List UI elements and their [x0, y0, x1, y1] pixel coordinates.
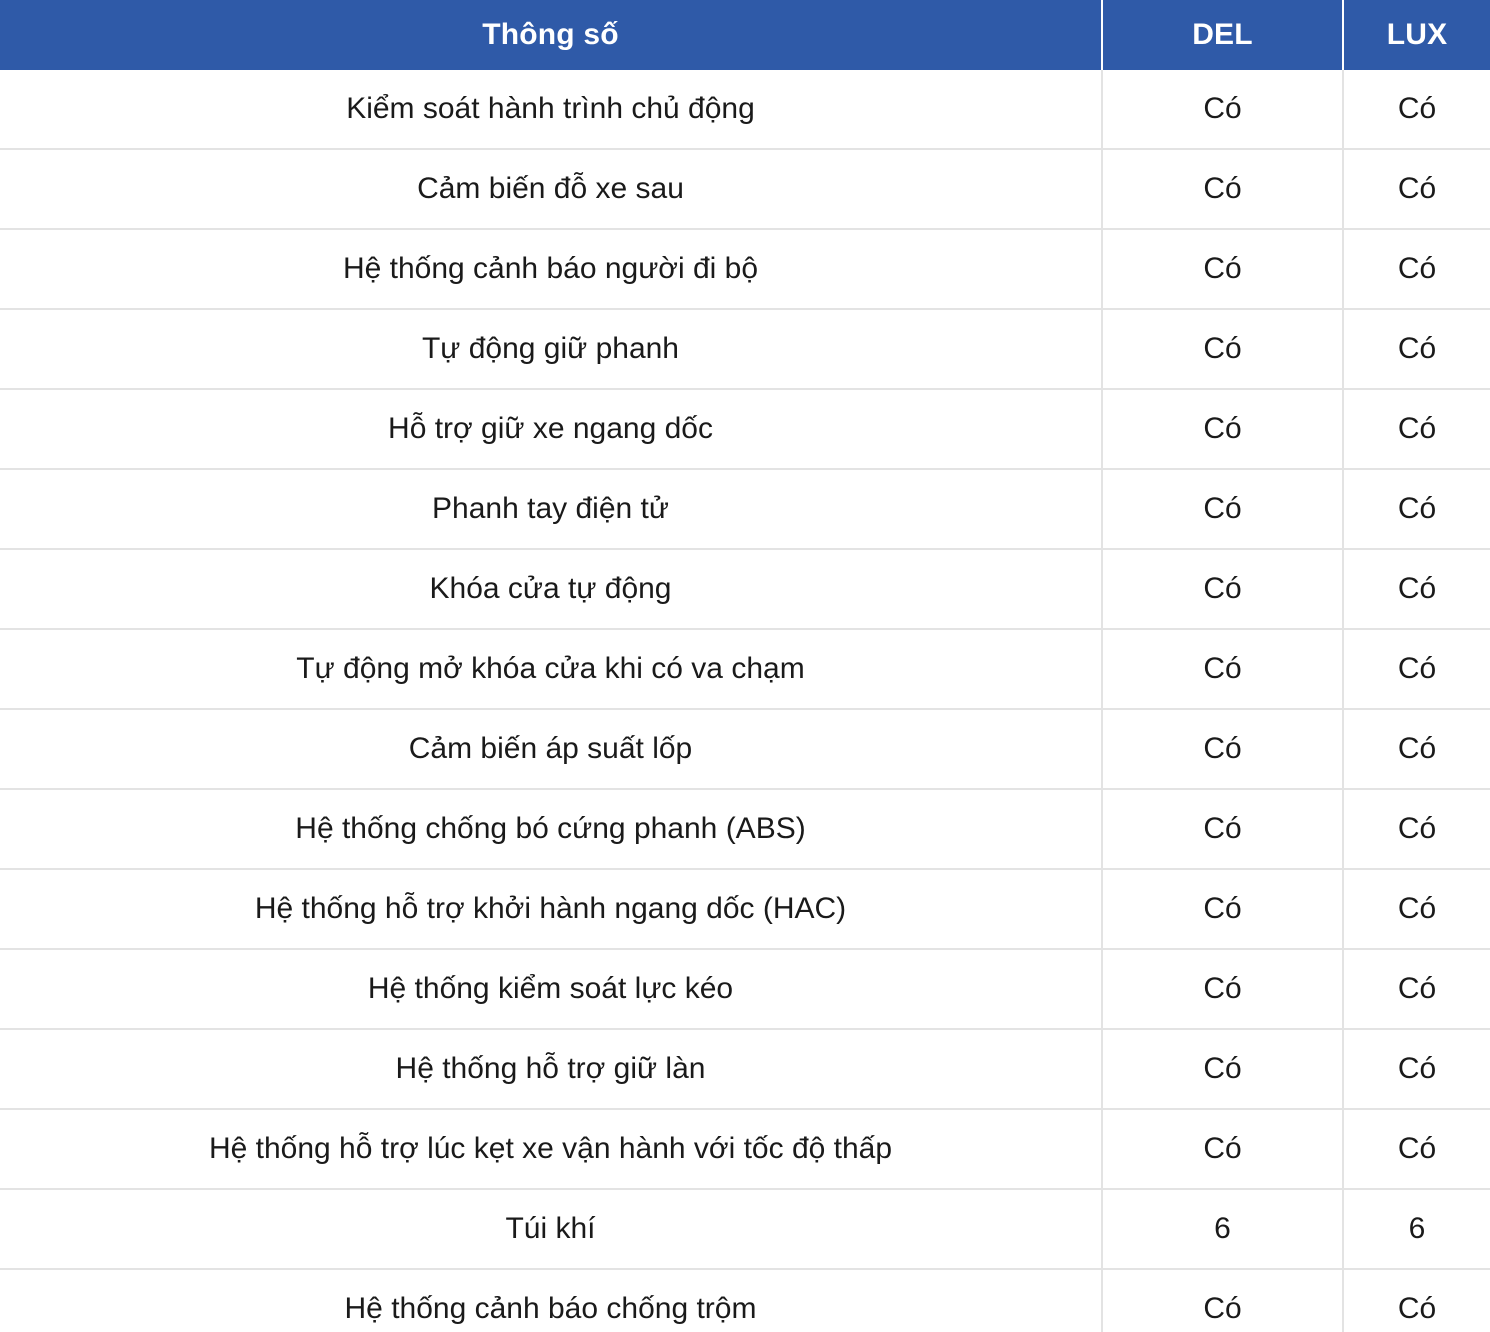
- cell-feature: Kiểm soát hành trình chủ động: [0, 70, 1103, 150]
- spec-comparison-table-container: Thông số DEL LUX Kiểm soát hành trình ch…: [0, 0, 1490, 1332]
- cell-feature: Hệ thống cảnh báo chống trộm: [0, 1269, 1103, 1332]
- cell-lux: 6: [1343, 1189, 1490, 1270]
- cell-del: Có: [1102, 229, 1344, 310]
- cell-feature: Hệ thống chống bó cứng phanh (ABS): [0, 789, 1103, 870]
- cell-lux: Có: [1343, 469, 1490, 550]
- table-row: Túi khí 6 6: [0, 1189, 1490, 1270]
- cell-del: Có: [1102, 309, 1344, 390]
- cell-del: Có: [1102, 709, 1344, 790]
- table-row: Hệ thống hỗ trợ khởi hành ngang dốc (HAC…: [0, 869, 1490, 950]
- cell-lux: Có: [1343, 309, 1490, 390]
- cell-feature: Hệ thống kiểm soát lực kéo: [0, 949, 1103, 1030]
- table-row: Hệ thống hỗ trợ giữ làn Có Có: [0, 1029, 1490, 1110]
- cell-del: Có: [1102, 1109, 1344, 1190]
- table-row: Hệ thống kiểm soát lực kéo Có Có: [0, 949, 1490, 1030]
- cell-del: Có: [1102, 869, 1344, 950]
- table-body: Kiểm soát hành trình chủ động Có Có Cảm biế…: [0, 70, 1490, 1332]
- cell-lux: Có: [1343, 229, 1490, 310]
- cell-feature: Tự động mở khóa cửa khi có va chạm: [0, 629, 1103, 710]
- cell-del: Có: [1102, 1269, 1344, 1332]
- cell-del: Có: [1102, 789, 1344, 870]
- cell-del: Có: [1102, 949, 1344, 1030]
- column-header-del: DEL: [1102, 0, 1344, 70]
- cell-lux: Có: [1343, 389, 1490, 470]
- cell-feature: Phanh tay điện tử: [0, 469, 1103, 550]
- cell-lux: Có: [1343, 869, 1490, 950]
- cell-feature: Hệ thống hỗ trợ giữ làn: [0, 1029, 1103, 1110]
- table-row: Kiểm soát hành trình chủ động Có Có: [0, 70, 1490, 150]
- cell-feature: Khóa cửa tự động: [0, 549, 1103, 630]
- table-row: Hệ thống hỗ trợ lúc kẹt xe vận hành với …: [0, 1109, 1490, 1190]
- table-row: Hệ thống cảnh báo chống trộm Có Có: [0, 1269, 1490, 1332]
- cell-lux: Có: [1343, 149, 1490, 230]
- table-header: Thông số DEL LUX: [0, 0, 1490, 70]
- cell-del: Có: [1102, 389, 1344, 470]
- table-row: Hỗ trợ giữ xe ngang dốc Có Có: [0, 389, 1490, 470]
- table-row: Tự động mở khóa cửa khi có va chạm Có Có: [0, 629, 1490, 710]
- cell-feature: Túi khí: [0, 1189, 1103, 1270]
- table-row: Phanh tay điện tử Có Có: [0, 469, 1490, 550]
- table-row: Tự động giữ phanh Có Có: [0, 309, 1490, 390]
- cell-lux: Có: [1343, 709, 1490, 790]
- table-row: Hệ thống chống bó cứng phanh (ABS) Có Có: [0, 789, 1490, 870]
- table-row: Cảm biến đỗ xe sau Có Có: [0, 149, 1490, 230]
- cell-feature: Hệ thống hỗ trợ khởi hành ngang dốc (HAC…: [0, 869, 1103, 950]
- cell-del: Có: [1102, 549, 1344, 630]
- table-row: Khóa cửa tự động Có Có: [0, 549, 1490, 630]
- cell-del: Có: [1102, 469, 1344, 550]
- cell-lux: Có: [1343, 1029, 1490, 1110]
- cell-del: Có: [1102, 149, 1344, 230]
- cell-feature: Hệ thống hỗ trợ lúc kẹt xe vận hành với …: [0, 1109, 1103, 1190]
- table-row: Cảm biến áp suất lốp Có Có: [0, 709, 1490, 790]
- cell-del: 6: [1102, 1189, 1344, 1270]
- cell-lux: Có: [1343, 789, 1490, 870]
- table-header-row: Thông số DEL LUX: [0, 0, 1490, 70]
- cell-lux: Có: [1343, 1109, 1490, 1190]
- cell-feature: Hệ thống cảnh báo người đi bộ: [0, 229, 1103, 310]
- cell-del: Có: [1102, 1029, 1344, 1110]
- cell-feature: Cảm biến áp suất lốp: [0, 709, 1103, 790]
- cell-lux: Có: [1343, 549, 1490, 630]
- spec-comparison-table: Thông số DEL LUX Kiểm soát hành trình ch…: [0, 0, 1490, 1332]
- cell-feature: Tự động giữ phanh: [0, 309, 1103, 390]
- cell-del: Có: [1102, 629, 1344, 710]
- cell-del: Có: [1102, 70, 1344, 150]
- cell-feature: Hỗ trợ giữ xe ngang dốc: [0, 389, 1103, 470]
- cell-feature: Cảm biến đỗ xe sau: [0, 149, 1103, 230]
- column-header-lux: LUX: [1343, 0, 1490, 70]
- cell-lux: Có: [1343, 949, 1490, 1030]
- cell-lux: Có: [1343, 70, 1490, 150]
- cell-lux: Có: [1343, 1269, 1490, 1332]
- table-row: Hệ thống cảnh báo người đi bộ Có Có: [0, 229, 1490, 310]
- column-header-feature: Thông số: [0, 0, 1103, 70]
- cell-lux: Có: [1343, 629, 1490, 710]
